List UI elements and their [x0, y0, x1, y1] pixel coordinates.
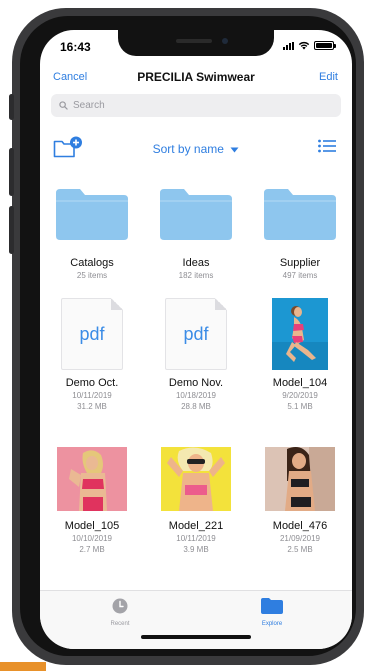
mute-switch [9, 94, 14, 120]
signal-icon [283, 41, 294, 50]
item-date: 9/20/2019 [282, 391, 318, 400]
item-name: Model_476 [272, 520, 328, 532]
item-date: 10/18/2019 [175, 391, 217, 400]
item-name: Model_104 [272, 377, 328, 389]
pdf-file-icon: pdf [165, 298, 227, 370]
file-item[interactable]: Model_476 21/09/2019 2.5 MB [248, 439, 352, 555]
photo-thumbnail [272, 298, 328, 370]
chevron-down-icon [230, 147, 239, 153]
item-date: 10/11/2019 [72, 391, 112, 400]
home-indicator [141, 635, 251, 639]
item-date: 21/09/2019 [279, 534, 321, 543]
file-item[interactable]: pdf Demo Nov. 10/18/2019 28.8 MB [144, 296, 248, 412]
search-icon [59, 101, 68, 110]
screen: 16:43 Cancel PRECILIA Swimwear Edit Sear… [40, 30, 352, 649]
notch [118, 30, 274, 56]
item-count: 497 items [282, 271, 318, 280]
folder-item[interactable]: Ideas 182 items [144, 176, 248, 281]
photo-thumbnail [57, 447, 127, 511]
item-date: 10/11/2019 [176, 534, 216, 543]
wifi-icon [298, 41, 310, 50]
item-size: 5.1 MB [287, 402, 313, 411]
photo-thumbnail [161, 447, 231, 511]
item-size: 31.2 MB [77, 402, 107, 411]
item-name: Catalogs [70, 257, 114, 269]
tab-explore[interactable]: Explore [232, 598, 312, 627]
volume-up-button [9, 148, 14, 196]
item-size: 2.7 MB [79, 545, 105, 554]
folder-icon [264, 189, 336, 240]
item-name: Ideas [182, 257, 210, 269]
folder-icon [261, 598, 283, 614]
item-size: 3.9 MB [183, 545, 209, 554]
item-size: 28.8 MB [181, 402, 211, 411]
clock-icon [112, 598, 128, 614]
corner-mark [0, 662, 46, 671]
item-name: Demo Nov. [168, 377, 224, 389]
item-count: 182 items [178, 271, 214, 280]
status-icons [283, 41, 336, 50]
status-time: 16:43 [60, 40, 91, 54]
item-count: 25 items [76, 271, 108, 280]
tab-recent[interactable]: Recent [80, 598, 160, 627]
photo-thumbnail [265, 447, 335, 511]
search-input[interactable] [73, 100, 323, 111]
file-item[interactable]: Model_105 10/10/2019 2.7 MB [40, 439, 144, 555]
item-size: 2.5 MB [287, 545, 313, 554]
item-name: Model_221 [168, 520, 224, 532]
file-item[interactable]: Model_104 9/20/2019 5.1 MB [248, 296, 352, 412]
sort-dropdown[interactable]: Sort by name [40, 140, 352, 158]
folder-item[interactable]: Catalogs 25 items [40, 176, 144, 281]
item-name: Supplier [279, 257, 321, 269]
toolbar: Sort by name [40, 136, 352, 160]
volume-down-button [9, 206, 14, 254]
tab-bar: Recent Explore [40, 590, 352, 649]
tab-label: Explore [261, 621, 283, 627]
pdf-file-icon: pdf [61, 298, 123, 370]
file-item[interactable]: pdf Demo Oct. 10/11/2019 31.2 MB [40, 296, 144, 412]
nav-bar: Cancel PRECILIA Swimwear Edit [40, 70, 352, 92]
item-date: 10/10/2019 [71, 534, 113, 543]
folder-icon [56, 189, 128, 240]
tab-label: Recent [110, 621, 130, 627]
sort-label[interactable]: Sort by name [153, 142, 224, 156]
item-name: Demo Oct. [65, 377, 119, 389]
folder-item[interactable]: Supplier 497 items [248, 176, 352, 281]
cancel-button[interactable]: Cancel [53, 71, 87, 83]
item-name: Model_105 [64, 520, 120, 532]
battery-icon [314, 41, 336, 50]
edit-button[interactable]: Edit [319, 71, 338, 83]
search-bar[interactable] [51, 94, 341, 117]
list-view-icon[interactable] [318, 139, 336, 153]
file-item[interactable]: Model_221 10/11/2019 3.9 MB [144, 439, 248, 555]
folder-icon [160, 189, 232, 240]
